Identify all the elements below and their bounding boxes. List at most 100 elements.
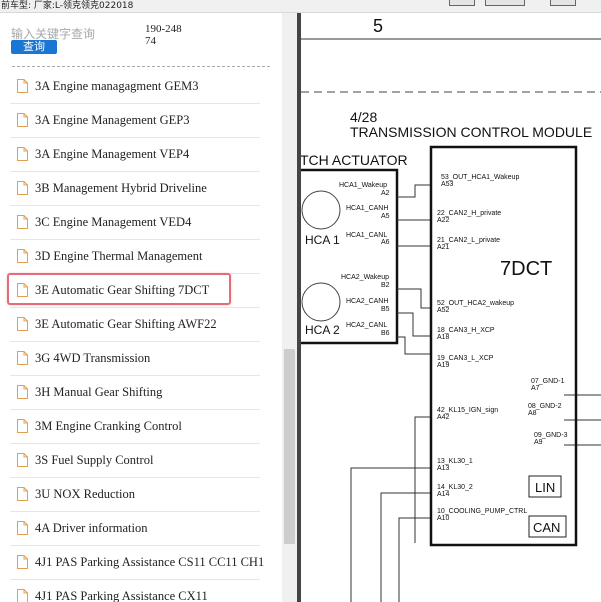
document-code: 190-24874: [145, 23, 182, 47]
document-icon: [17, 181, 28, 195]
pin-number: A2: [381, 190, 390, 197]
document-list-item-label: 3A Engine Management GEP3: [35, 113, 190, 127]
hca1-label: HCA 1: [305, 233, 340, 247]
document-list-item[interactable]: 3U NOX Reduction: [10, 478, 260, 512]
module-pin-label: 10_COOLING_PUMP_CTRL: [437, 508, 527, 515]
module-pin-label: 18_CAN3_H_XCP: [437, 327, 495, 334]
document-list-item-label: 3B Management Hybrid Driveline: [35, 181, 207, 195]
vehicle-info: 前车型: 厂家:L-领克领克022018: [1, 1, 134, 11]
document-icon: [17, 351, 28, 365]
pin-number: B2: [381, 282, 390, 289]
search-button[interactable]: 查询: [11, 40, 57, 54]
document-icon: [17, 487, 28, 501]
gnd-pin-number: A9: [534, 439, 543, 446]
document-list-item[interactable]: 3A Engine Management VEP4: [10, 138, 260, 172]
document-list-item[interactable]: 3A Engine managagment GEM3: [10, 70, 260, 104]
page-ref: 4/28: [350, 109, 377, 125]
gnd-pin-label: 09_GND-3: [534, 432, 568, 439]
document-sidebar: 输入关键字查询 查询 190-24874 3A Engine managagme…: [0, 13, 282, 602]
document-list-item[interactable]: 3D Engine Thermal Management: [10, 240, 260, 274]
pin-label: HCA2_Wakeup: [341, 274, 389, 281]
module-pin-label: 21_CAN2_L_private: [437, 237, 500, 244]
document-list-item[interactable]: 3M Engine Cranking Control: [10, 410, 260, 444]
hca2-symbol: [301, 282, 341, 322]
gnd-pin-label: 07_GND-1: [531, 378, 565, 385]
document-icon: [17, 317, 28, 331]
document-icon: [17, 249, 28, 263]
document-list-item-label: 3H Manual Gear Shifting: [35, 385, 163, 399]
module-pin-label: 22_CAN2_H_private: [437, 210, 501, 217]
document-list-item-label: 4J1 PAS Parking Assistance CX11: [35, 589, 208, 602]
module-pin-number: A14: [437, 491, 450, 498]
document-icon: [17, 215, 28, 229]
pin-number: A5: [381, 213, 390, 220]
module-pin-number: A18: [437, 334, 450, 341]
document-list-item[interactable]: 3E Automatic Gear Shifting AWF22: [10, 308, 260, 342]
document-icon: [17, 147, 28, 161]
document-icon: [17, 113, 28, 127]
document-list-item-label: 3E Automatic Gear Shifting AWF22: [35, 317, 217, 331]
document-list-item[interactable]: 4J1 PAS Parking Assistance CX11: [10, 580, 260, 602]
module-pin-label: 53_OUT_HCA1_Wakeup: [441, 174, 519, 181]
gnd-pin-label: 08_GND-2: [528, 403, 562, 410]
document-list-item-label: 3A Engine managagment GEM3: [35, 79, 199, 93]
pin-number: A6: [381, 239, 390, 246]
module-pin-number: A42: [437, 414, 450, 421]
wiring-diagram: 5 4/28 TRANSMISSION CONTROL MODULE TCH A…: [301, 16, 601, 602]
connection-wires: [350, 184, 601, 602]
module-title: TRANSMISSION CONTROL MODULE: [350, 124, 592, 140]
document-list-item-label: 3U NOX Reduction: [35, 487, 135, 501]
document-icon: [17, 453, 28, 467]
document-list-item-label: 3M Engine Cranking Control: [35, 419, 182, 433]
module-pin-label: 52_OUT_HCA2_wakeup: [437, 300, 514, 307]
document-list-item-label: 3G 4WD Transmission: [35, 351, 151, 365]
module-pin-number: A53: [441, 181, 454, 188]
gnd-pin-number: A8: [528, 410, 537, 417]
document-icon: [17, 555, 28, 569]
window-title-bar: 前车型: 厂家:L-领克领克022018: [0, 0, 601, 13]
gnd-pin-number: A7: [531, 385, 540, 392]
document-list-item[interactable]: 3C Engine Management VED4: [10, 206, 260, 240]
module-name: 7DCT: [500, 258, 552, 280]
toolbar-button[interactable]: [485, 0, 525, 6]
module-pin-label: 42_KL15_IGN_sign: [437, 407, 498, 414]
document-list-item-label: 3D Engine Thermal Management: [35, 249, 203, 263]
lin-label: LIN: [535, 480, 555, 495]
document-list-item[interactable]: 3A Engine Management GEP3: [10, 104, 260, 138]
document-list-item[interactable]: 4A Driver information: [10, 512, 260, 546]
document-list-item-label: 3C Engine Management VED4: [35, 215, 192, 229]
document-list-item-label: 4J1 PAS Parking Assistance CS11 CC11 CH1: [35, 555, 265, 569]
module-pin-label: 14_KL30_2: [437, 484, 473, 491]
module-pin-number: A19: [437, 362, 450, 369]
document-list-item[interactable]: 3E Automatic Gear Shifting 7DCT: [7, 273, 260, 308]
document-list-item[interactable]: 3B Management Hybrid Driveline: [10, 172, 260, 206]
module-pin-number: A13: [437, 465, 450, 472]
pin-label: HCA2_CANH: [346, 298, 388, 305]
document-list-item[interactable]: 3G 4WD Transmission: [10, 342, 260, 376]
pin-label: HCA2_CANL: [346, 322, 387, 329]
toolbar-button[interactable]: [550, 0, 576, 6]
document-list-item-label: 3S Fuel Supply Control: [35, 453, 154, 467]
toolbar-button[interactable]: [449, 0, 475, 6]
selection-highlight: [7, 273, 231, 305]
document-icon: [17, 521, 28, 535]
document-list-item-label: 4A Driver information: [35, 521, 148, 535]
sidebar-scrollbar[interactable]: [282, 13, 297, 602]
document-icon: [17, 419, 28, 433]
pin-label: HCA1_CANH: [346, 205, 388, 212]
document-list-item[interactable]: 3S Fuel Supply Control: [10, 444, 260, 478]
scrollbar-thumb[interactable]: [284, 349, 295, 544]
pin-number: B5: [381, 306, 390, 313]
document-list-item[interactable]: 4J1 PAS Parking Assistance CS11 CC11 CH1: [10, 546, 264, 580]
module-pin-label: 13_KL30_1: [437, 458, 473, 465]
document-list-item[interactable]: 3H Manual Gear Shifting: [10, 376, 260, 410]
can-label: CAN: [533, 520, 560, 535]
hca1-symbol: [301, 190, 341, 230]
hca2-label: HCA 2: [305, 323, 340, 337]
module-pin-number: A52: [437, 307, 450, 314]
document-icon: [17, 79, 28, 93]
pin-label: HCA1_Wakeup: [339, 182, 387, 189]
sheet-number: 5: [373, 16, 383, 36]
document-list-item-label: 3A Engine Management VEP4: [35, 147, 190, 161]
wiring-diagram-viewer[interactable]: 5 4/28 TRANSMISSION CONTROL MODULE TCH A…: [301, 13, 601, 602]
